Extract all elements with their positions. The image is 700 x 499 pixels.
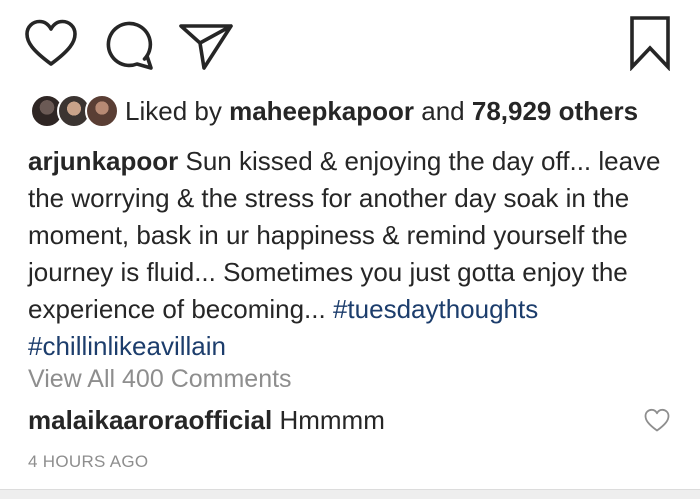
likes-count[interactable]: 78,929 others: [472, 96, 638, 126]
comment-icon[interactable]: [103, 18, 157, 72]
bookmark-icon[interactable]: [628, 15, 672, 71]
liker-avatars[interactable]: [30, 92, 125, 130]
avatar: [85, 94, 119, 128]
caption-username[interactable]: arjunkapoor: [28, 146, 178, 176]
view-all-comments-link[interactable]: View All 400 Comments: [28, 364, 292, 394]
comment-item: malaikaaroraofficial Hmmmm: [28, 402, 670, 438]
likes-prefix: Liked by: [125, 96, 230, 126]
post-timestamp: 4 HOURS AGO: [28, 452, 149, 471]
comment-heart-icon[interactable]: [644, 408, 670, 434]
post-caption: arjunkapoor Sun kissed & enjoying the da…: [28, 143, 678, 365]
comment-body: malaikaaroraofficial Hmmmm: [28, 405, 385, 435]
hashtag-link[interactable]: #chillinlikeavillain: [28, 331, 226, 361]
divider: [0, 489, 700, 499]
post-action-bar: [0, 0, 700, 90]
share-icon[interactable]: [178, 16, 234, 72]
likes-text: Liked by maheepkapoor and 78,929 others: [125, 92, 638, 130]
heart-icon[interactable]: [24, 18, 78, 72]
hashtag-link[interactable]: #tuesdaythoughts: [333, 294, 538, 324]
liked-by-username[interactable]: maheepkapoor: [229, 96, 414, 126]
comment-text: Hmmmm: [279, 405, 385, 435]
likes-connector: and: [414, 96, 472, 126]
likes-summary[interactable]: Liked by maheepkapoor and 78,929 others: [30, 92, 690, 130]
comment-username[interactable]: malaikaaroraofficial: [28, 405, 272, 435]
